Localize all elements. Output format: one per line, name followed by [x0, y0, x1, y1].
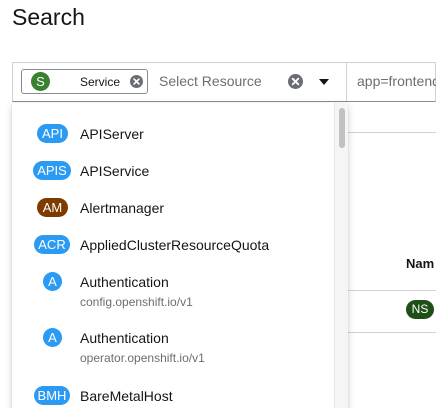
resource-badge: ACR — [34, 235, 70, 254]
resource-chip-label: Service — [80, 75, 121, 89]
menu-item-label: AppliedClusterResourceQuota — [80, 237, 270, 253]
menu-item-apiservice[interactable]: APIS APIService — [12, 152, 334, 189]
menu-item-authentication-config[interactable]: A Authentication config.openshift.io/v1 — [12, 263, 334, 319]
resource-dropdown-menu: API APIServer APIS APIService AM Alertma… — [12, 103, 348, 408]
namespace-badge: NS — [406, 300, 434, 319]
resource-badge: AM — [37, 198, 68, 217]
menu-item-authentication-operator[interactable]: A Authentication operator.openshift.io/v… — [12, 319, 334, 375]
menu-item-appliedclusterresourcequota[interactable]: ACR AppliedClusterResourceQuota — [12, 226, 334, 263]
menu-item-api-group: operator.openshift.io/v1 — [80, 351, 205, 365]
menu-item-label: Alertmanager — [80, 200, 165, 216]
table-column-header-name: Nam — [406, 256, 435, 271]
select-resource-input[interactable]: Select Resource — [159, 73, 262, 89]
caret-down-icon[interactable] — [319, 78, 329, 86]
menu-item-label: Authentication — [80, 330, 169, 346]
resource-badge: APIS — [33, 161, 71, 180]
resource-badge: A — [43, 272, 62, 291]
menu-item-alertmanager[interactable]: AM Alertmanager — [12, 189, 334, 226]
menu-item-label: APIService — [80, 163, 150, 179]
resource-chip-badge: S — [31, 72, 50, 91]
resource-badge: A — [43, 328, 62, 347]
menu-item-label: Authentication — [80, 274, 169, 290]
resource-select[interactable]: S Service Select Resource — [13, 63, 347, 101]
menu-item-baremetalhost[interactable]: BMH BareMetalHost — [12, 375, 334, 408]
menu-scrollbar[interactable] — [334, 103, 348, 408]
scrollbar-thumb[interactable] — [339, 108, 345, 148]
menu-item-label: BareMetalHost — [80, 388, 173, 404]
clear-selection-icon[interactable] — [288, 74, 303, 89]
label-filter-input[interactable]: app=frontend — [357, 73, 436, 89]
search-filter-toolbar: S Service Select Resource app=frontend — [12, 62, 436, 102]
page-title: Search — [12, 4, 85, 30]
resource-badge: API — [37, 124, 68, 143]
resource-chip: S Service — [21, 69, 148, 94]
menu-item-api-group: config.openshift.io/v1 — [80, 295, 193, 309]
chip-close-icon[interactable] — [130, 75, 143, 88]
menu-item-apiserver[interactable]: API APIServer — [12, 115, 334, 152]
menu-item-label: APIServer — [80, 126, 144, 142]
resource-badge: BMH — [34, 386, 70, 405]
